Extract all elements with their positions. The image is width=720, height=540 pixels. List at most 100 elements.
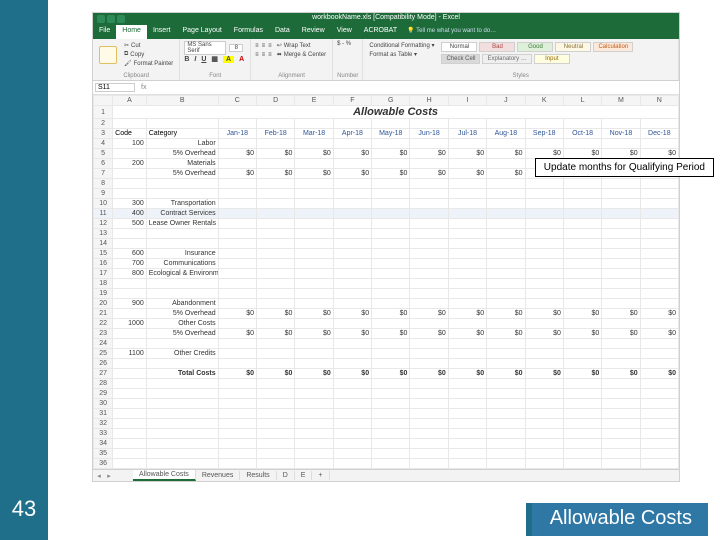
cell-value[interactable] [487, 389, 525, 399]
cell-value[interactable] [295, 269, 333, 279]
cell-value[interactable] [487, 189, 525, 199]
cell-category[interactable] [146, 189, 218, 199]
cell-value[interactable] [563, 189, 601, 199]
cell-value[interactable] [563, 319, 601, 329]
cell-code[interactable] [113, 169, 147, 179]
cell-value[interactable] [487, 449, 525, 459]
cell-value[interactable] [602, 199, 640, 209]
cell-category[interactable] [146, 409, 218, 419]
cell-value[interactable] [525, 139, 563, 149]
cell-code[interactable] [113, 179, 147, 189]
sheet-nav[interactable]: ◂▸ [95, 472, 113, 480]
cell-value[interactable] [218, 379, 256, 389]
col-header-N[interactable]: N [640, 96, 678, 106]
cell-value[interactable]: $0 [525, 369, 563, 379]
cell[interactable] [333, 119, 371, 129]
cell-value[interactable]: $0 [372, 309, 410, 319]
cell-value[interactable] [563, 209, 601, 219]
cell-value[interactable]: $0 [333, 309, 371, 319]
cell-value[interactable] [410, 439, 448, 449]
cell-category[interactable] [146, 179, 218, 189]
cell-value[interactable] [372, 289, 410, 299]
cell-value[interactable] [525, 429, 563, 439]
cell-value[interactable] [372, 139, 410, 149]
cell-category[interactable]: 5% Overhead [146, 149, 218, 159]
cell-value[interactable] [602, 389, 640, 399]
row-header-6[interactable]: 6 [94, 159, 113, 169]
cell-category[interactable]: Insurance [146, 249, 218, 259]
sheet-tab-results[interactable]: Results [240, 471, 276, 480]
cell-value[interactable] [257, 419, 295, 429]
cell-value[interactable] [257, 339, 295, 349]
cell-value[interactable] [487, 219, 525, 229]
cell-value[interactable] [487, 429, 525, 439]
cell-value[interactable] [257, 409, 295, 419]
cell-category[interactable]: Communications [146, 259, 218, 269]
cell-value[interactable] [563, 349, 601, 359]
cell-value[interactable] [333, 279, 371, 289]
cell-value[interactable] [448, 209, 486, 219]
cell-value[interactable] [525, 189, 563, 199]
row-header-27[interactable]: 27 [94, 369, 113, 379]
cell-category[interactable] [146, 229, 218, 239]
cell-code[interactable]: 600 [113, 249, 147, 259]
cell-value[interactable]: $0 [218, 149, 256, 159]
cell-value[interactable] [218, 259, 256, 269]
cell-value[interactable]: $0 [525, 309, 563, 319]
cell-value[interactable] [640, 269, 678, 279]
cell-value[interactable]: $0 [218, 309, 256, 319]
cell-value[interactable] [640, 339, 678, 349]
cell-code[interactable] [113, 459, 147, 469]
cell-value[interactable] [218, 339, 256, 349]
cell-value[interactable] [602, 279, 640, 289]
cell-value[interactable] [218, 179, 256, 189]
cell-value[interactable] [525, 199, 563, 209]
cell-value[interactable] [563, 139, 601, 149]
cell-value[interactable] [487, 279, 525, 289]
merge-center-button[interactable]: ⬌ Merge & Center [275, 50, 328, 59]
cell-value[interactable] [218, 359, 256, 369]
cell-value[interactable] [487, 339, 525, 349]
cell-value[interactable] [218, 389, 256, 399]
cell-value[interactable] [333, 229, 371, 239]
worksheet-grid[interactable]: ABCDEFGHIJKLMN1Allowable Costs23CodeCate… [93, 95, 679, 469]
cell-value[interactable] [448, 429, 486, 439]
copy-button[interactable]: ⧉ Copy [122, 50, 175, 59]
cell-value[interactable] [487, 179, 525, 189]
style-chip-explanatory[interactable]: Explanatory … [482, 54, 531, 64]
cell-value[interactable] [218, 289, 256, 299]
cell-value[interactable] [525, 209, 563, 219]
cell-value[interactable] [218, 419, 256, 429]
cell-value[interactable] [525, 319, 563, 329]
cell-value[interactable] [410, 399, 448, 409]
tab-review[interactable]: Review [296, 25, 331, 39]
cell-value[interactable] [295, 299, 333, 309]
cell-value[interactable] [372, 229, 410, 239]
cell-value[interactable] [372, 459, 410, 469]
cell-value[interactable] [563, 279, 601, 289]
cell-value[interactable] [602, 359, 640, 369]
cell[interactable] [487, 119, 525, 129]
cell-category[interactable]: Contract Services [146, 209, 218, 219]
cell-value[interactable] [602, 449, 640, 459]
cell-value[interactable] [218, 239, 256, 249]
cell-value[interactable] [372, 349, 410, 359]
cell-value[interactable] [640, 199, 678, 209]
cell-value[interactable] [410, 259, 448, 269]
cell-value[interactable] [218, 399, 256, 409]
cell-code[interactable]: 700 [113, 259, 147, 269]
cell-value[interactable] [640, 319, 678, 329]
cell-category[interactable]: Abandonment [146, 299, 218, 309]
sheet-tab-new[interactable]: + [312, 471, 329, 480]
cell-value[interactable] [602, 429, 640, 439]
cell-value[interactable] [487, 209, 525, 219]
cell-value[interactable] [372, 299, 410, 309]
cell-value[interactable] [295, 449, 333, 459]
row-header-32[interactable]: 32 [94, 419, 113, 429]
cell-value[interactable] [448, 159, 486, 169]
cell-value[interactable] [448, 299, 486, 309]
cell-value[interactable]: $0 [487, 149, 525, 159]
cell-value[interactable] [602, 319, 640, 329]
tab-page-layout[interactable]: Page Layout [176, 25, 227, 39]
cell-value[interactable] [640, 399, 678, 409]
